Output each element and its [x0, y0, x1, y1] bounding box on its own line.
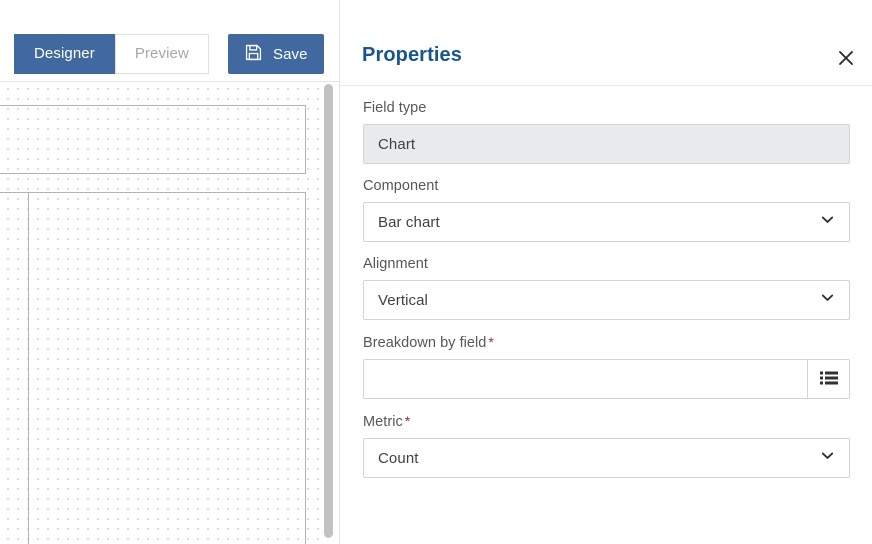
field-metric: Metric * Count	[363, 413, 850, 478]
breakdown-label-text: Breakdown by field	[363, 335, 487, 351]
designer-toolbar: Designer Preview Save	[0, 0, 340, 82]
properties-title: Properties	[362, 44, 462, 66]
required-marker: *	[404, 413, 411, 429]
component-value: Bar chart	[378, 213, 440, 231]
chevron-down-icon	[819, 289, 836, 311]
breakdown-picker-button[interactable]	[807, 360, 849, 398]
field-alignment: Alignment Vertical	[363, 256, 850, 320]
save-button[interactable]: Save	[228, 34, 324, 74]
field-type-value: Chart	[378, 135, 416, 153]
field-component: Component Bar chart	[363, 178, 850, 242]
chevron-down-icon	[819, 447, 836, 469]
component-select[interactable]: Bar chart	[363, 202, 850, 242]
save-button-label: Save	[273, 45, 308, 63]
component-label: Component	[363, 178, 850, 194]
designer-pane: Designer Preview Save	[0, 0, 340, 544]
breakdown-input[interactable]	[364, 360, 807, 398]
field-type-control: Chart	[363, 124, 850, 164]
tab-preview[interactable]: Preview	[114, 34, 209, 74]
alignment-value: Vertical	[378, 291, 428, 309]
pane-divider	[339, 0, 340, 544]
field-type-label: Field type	[363, 100, 850, 116]
list-picker-icon	[819, 371, 838, 388]
alignment-label-text: Alignment	[363, 256, 428, 272]
field-field-type: Field type Chart	[363, 100, 850, 164]
metric-label-text: Metric	[363, 414, 403, 430]
canvas-container-top[interactable]	[0, 105, 306, 174]
metric-label: Metric *	[363, 413, 850, 430]
metric-value: Count	[378, 449, 419, 467]
field-breakdown-by-field: Breakdown by field *	[363, 334, 850, 399]
alignment-select[interactable]: Vertical	[363, 280, 850, 320]
properties-panel: Properties Field type Chart Component Ba…	[340, 0, 872, 544]
form-canvas[interactable]	[0, 82, 340, 544]
view-mode-toggle-group: Designer Preview	[14, 34, 209, 74]
canvas-container-bottom[interactable]	[0, 192, 306, 544]
alignment-label: Alignment	[363, 256, 850, 272]
tab-designer[interactable]: Designer	[14, 34, 115, 74]
properties-header: Properties	[340, 0, 872, 86]
breakdown-control	[363, 359, 850, 399]
floppy-disk-icon	[244, 43, 263, 66]
form-designer-app: Designer Preview Save Properties Field t…	[0, 0, 872, 544]
breakdown-label: Breakdown by field *	[363, 334, 850, 351]
close-icon	[836, 48, 856, 71]
component-label-text: Component	[363, 178, 439, 194]
chevron-down-icon	[819, 211, 836, 233]
required-marker: *	[488, 334, 494, 350]
close-button[interactable]	[829, 42, 863, 76]
field-type-label-text: Field type	[363, 100, 427, 116]
properties-form: Field type Chart Component Bar chart Ali…	[340, 86, 872, 544]
canvas-column-divider	[28, 192, 29, 544]
canvas-scrollbar-thumb[interactable]	[324, 84, 333, 538]
metric-select[interactable]: Count	[363, 438, 850, 478]
